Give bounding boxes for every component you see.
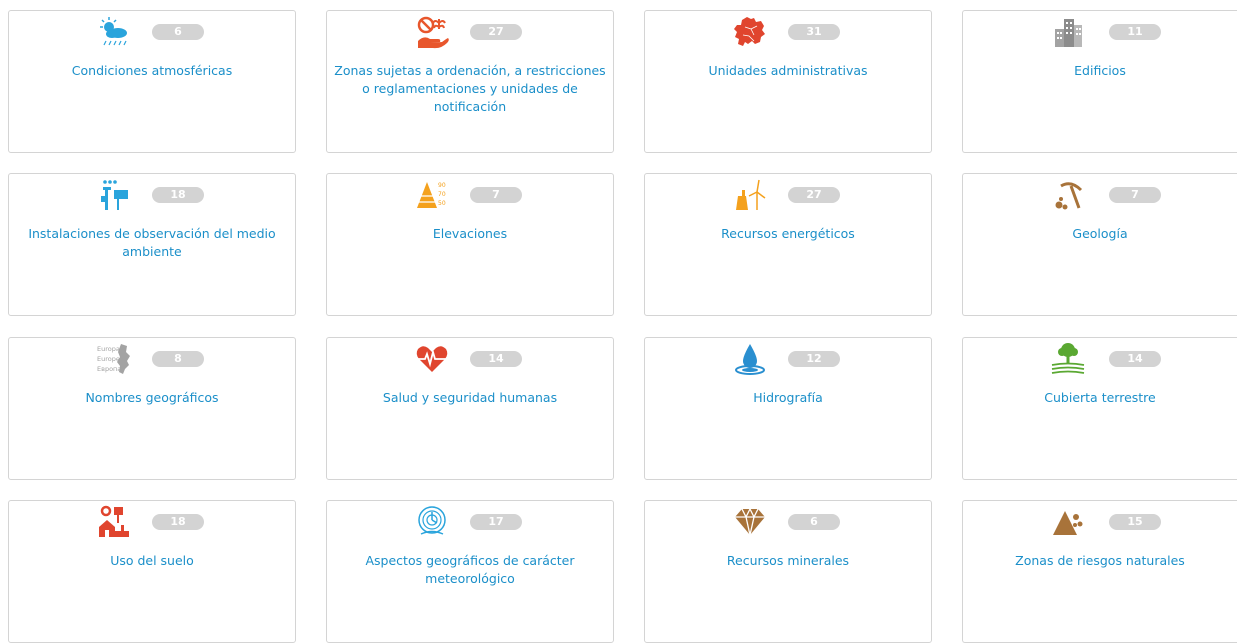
count-badge: 15 [1109, 514, 1161, 530]
category-card-zonas-riesgos-naturales[interactable]: 15 Zonas de riesgos naturales [962, 500, 1237, 643]
category-card-geologia[interactable]: 7 Geología [962, 173, 1237, 316]
meteorological-icon [415, 505, 449, 539]
category-title: Salud y seguridad humanas [382, 390, 558, 405]
theme-grid: 6 Condiciones atmosféricas 27 Zonas suje… [8, 10, 1237, 643]
count-badge: 18 [152, 514, 204, 530]
category-card-aspectos-meteorologicos[interactable]: 17 Aspectos geográficos de carácter mete… [326, 500, 614, 643]
count-badge: 27 [788, 187, 840, 203]
count-badge: 18 [152, 187, 204, 203]
category-card-recursos-energeticos[interactable]: 27 Recursos energéticos [644, 173, 932, 316]
geographic-names-icon: Europa Europe Европа [97, 342, 131, 376]
water-drop-icon [733, 342, 767, 376]
category-card-zonas-sujetas[interactable]: 27 Zonas sujetas a ordenación, a restric… [326, 10, 614, 153]
count-badge: 27 [470, 24, 522, 40]
category-card-nombres-geograficos[interactable]: Europa Europe Европа 8 Nombres geográfic… [8, 337, 296, 480]
restricted-zone-icon [415, 15, 449, 49]
elevation-label-high: 90 [438, 182, 446, 189]
category-title: Hidrografía [753, 390, 823, 405]
land-cover-icon [1051, 342, 1085, 376]
land-use-icon [97, 505, 131, 539]
count-badge: 8 [152, 351, 204, 367]
names-label-cyrillic: Европа [97, 365, 121, 373]
count-badge: 14 [1109, 351, 1161, 367]
category-title: Condiciones atmosféricas [71, 63, 233, 78]
category-title: Aspectos geográficos de carácter meteoro… [365, 553, 575, 586]
category-title: Nombres geográficos [85, 390, 219, 405]
category-card-cubierta-terrestre[interactable]: 14 Cubierta terrestre [962, 337, 1237, 480]
category-title: Elevaciones [432, 226, 508, 241]
category-title: Zonas sujetas a ordenación, a restriccio… [334, 63, 606, 114]
count-badge: 6 [152, 24, 204, 40]
buildings-icon [1051, 15, 1085, 49]
diamond-icon [733, 505, 767, 539]
category-title: Uso del suelo [110, 553, 194, 568]
europe-map-icon [733, 15, 767, 49]
count-badge: 14 [470, 351, 522, 367]
category-title: Recursos minerales [726, 553, 850, 568]
count-badge: 12 [788, 351, 840, 367]
elevation-label-low: 50 [438, 200, 446, 207]
monitoring-station-icon [97, 178, 131, 212]
category-title: Instalaciones de observación del medio a… [28, 226, 276, 259]
category-title: Edificios [1074, 63, 1126, 78]
category-card-edificios[interactable]: 11 Edificios [962, 10, 1237, 153]
elevation-label-mid: 70 [438, 191, 446, 198]
count-badge: 7 [470, 187, 522, 203]
count-badge: 6 [788, 514, 840, 530]
elevation-icon: 90 70 50 [415, 178, 449, 212]
count-badge: 7 [1109, 187, 1161, 203]
category-title: Zonas de riesgos naturales [1015, 553, 1185, 568]
category-card-instalaciones-observacion[interactable]: 18 Instalaciones de observación del medi… [8, 173, 296, 316]
heart-pulse-icon [415, 342, 449, 376]
weather-icon [97, 15, 131, 49]
geology-icon [1051, 178, 1085, 212]
natural-hazard-icon [1051, 505, 1085, 539]
category-card-hidrografia[interactable]: 12 Hidrografía [644, 337, 932, 480]
names-label-europa: Europa [97, 345, 120, 353]
category-title: Recursos energéticos [721, 226, 855, 241]
names-label-europe: Europe [97, 355, 120, 363]
category-title: Geología [1072, 226, 1128, 241]
category-card-condiciones-atmosfericas[interactable]: 6 Condiciones atmosféricas [8, 10, 296, 153]
category-card-uso-del-suelo[interactable]: 18 Uso del suelo [8, 500, 296, 643]
category-card-recursos-minerales[interactable]: 6 Recursos minerales [644, 500, 932, 643]
energy-icon [733, 178, 767, 212]
count-badge: 31 [788, 24, 840, 40]
category-title: Unidades administrativas [708, 63, 868, 78]
count-badge: 11 [1109, 24, 1161, 40]
count-badge: 17 [470, 514, 522, 530]
category-card-salud-seguridad[interactable]: 14 Salud y seguridad humanas [326, 337, 614, 480]
category-card-unidades-administrativas[interactable]: 31 Unidades administrativas [644, 10, 932, 153]
category-title: Cubierta terrestre [1044, 390, 1156, 405]
category-card-elevaciones[interactable]: 90 70 50 7 Elevaciones [326, 173, 614, 316]
